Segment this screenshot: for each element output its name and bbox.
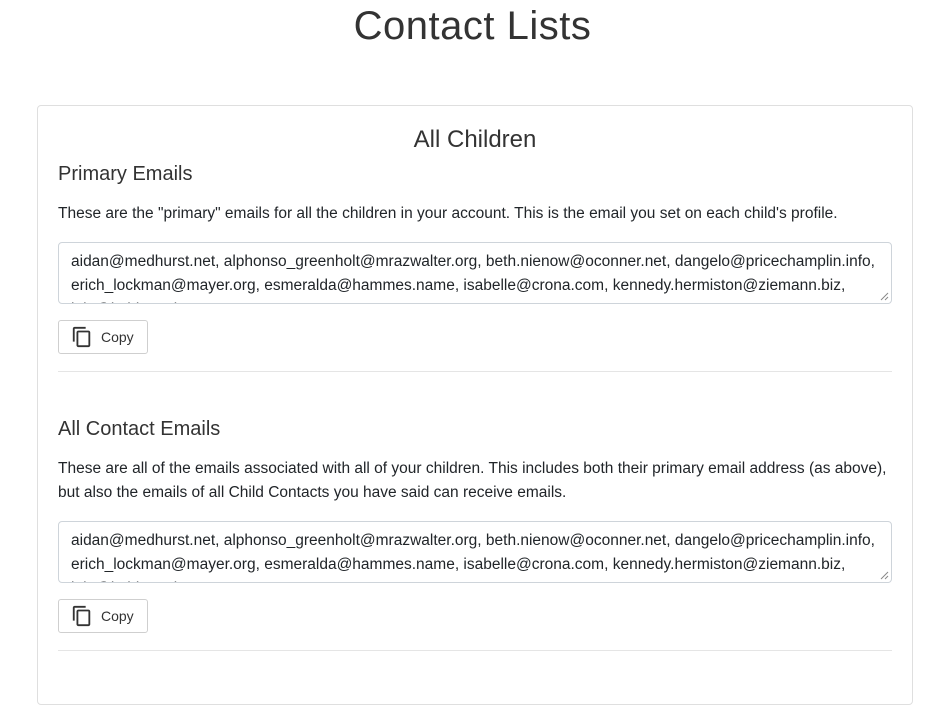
email-list-text: aidan@medhurst.net, alphonso_greenholt@m… xyxy=(71,253,875,303)
section-description: These are the "primary" emails for all t… xyxy=(58,205,838,222)
copy-button-label: Copy xyxy=(101,608,134,624)
copy-button[interactable]: Copy xyxy=(58,320,148,354)
section-description: These are all of the emails associated w… xyxy=(58,460,887,501)
primary-emails-section: Primary Emails These are the "primary" e… xyxy=(58,162,892,372)
email-list-text: aidan@medhurst.net, alphonso_greenholt@m… xyxy=(71,532,875,582)
section-heading: All Contact Emails xyxy=(58,418,221,440)
copy-button-label: Copy xyxy=(101,329,134,345)
copy-icon xyxy=(72,326,91,348)
resize-handle-icon[interactable] xyxy=(880,571,889,580)
primary-emails-textarea[interactable]: aidan@medhurst.net, alphonso_greenholt@m… xyxy=(58,242,892,304)
section-divider xyxy=(58,650,892,651)
page-title: Contact Lists xyxy=(353,4,592,48)
section-divider xyxy=(58,371,892,372)
all-children-card: All Children Primary Emails These are th… xyxy=(37,105,913,705)
all-contact-emails-section: All Contact Emails These are all of the … xyxy=(58,417,892,651)
all-contact-emails-textarea[interactable]: aidan@medhurst.net, alphonso_greenholt@m… xyxy=(58,521,892,583)
section-heading: Primary Emails xyxy=(58,163,193,185)
card-title: All Children xyxy=(413,126,537,153)
copy-icon xyxy=(72,605,91,627)
copy-button[interactable]: Copy xyxy=(58,599,148,633)
resize-handle-icon[interactable] xyxy=(880,292,889,301)
